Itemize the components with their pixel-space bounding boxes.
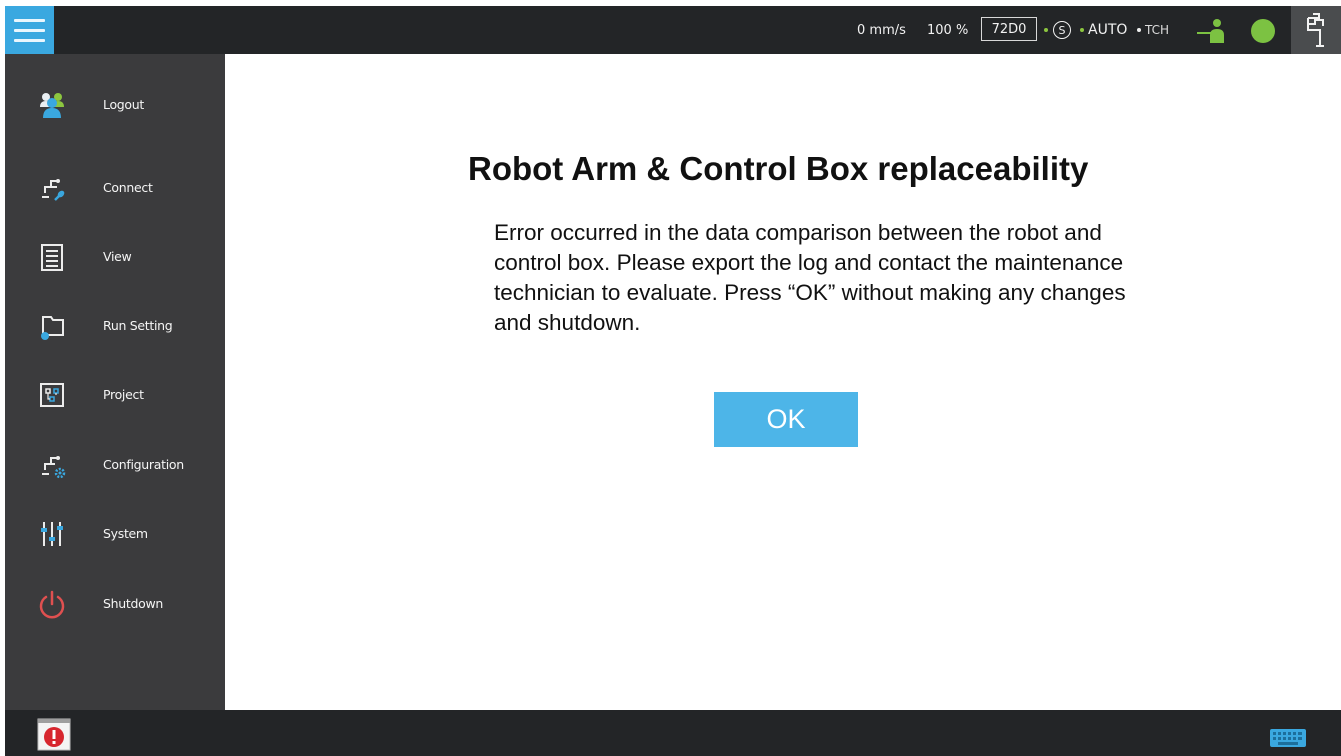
main-content: Robot Arm & Control Box replaceability E… xyxy=(225,54,1341,710)
sidebar-item-label: Project xyxy=(103,386,144,402)
project-icon xyxy=(40,383,64,407)
mode-auto-label: AUTO xyxy=(1088,22,1128,38)
bottom-bar xyxy=(5,710,1341,756)
dialog-title: Robot Arm & Control Box replaceability xyxy=(468,150,1089,187)
tch-label: TCH xyxy=(1145,23,1170,37)
keyboard-icon[interactable] xyxy=(1270,729,1306,747)
sidebar-item-label: System xyxy=(103,525,148,541)
run-setting-icon xyxy=(41,316,64,340)
app-window: 0 mm/s 100 % 72D0 S AUTO TCH Logout Conn… xyxy=(5,6,1341,756)
dialog-message: Error occurred in the data comparison be… xyxy=(494,220,1126,335)
sidebar-item-logout[interactable]: Logout xyxy=(5,79,225,129)
sidebar-item-label: Run Setting xyxy=(103,317,173,333)
robot-operator-icon[interactable] xyxy=(1195,17,1229,45)
sidebar-item-label: Shutdown xyxy=(103,595,164,611)
alert-icon[interactable] xyxy=(37,718,71,751)
sidebar-item-project[interactable]: Project xyxy=(5,369,225,419)
sidebar: Logout Connect View Run Setting Project … xyxy=(5,54,225,710)
speed-readout: 0 mm/s xyxy=(857,22,906,38)
speed-percent-readout: 100 % xyxy=(927,22,969,38)
sidebar-item-configuration[interactable]: Configuration xyxy=(5,439,225,489)
sidebar-item-system[interactable]: System xyxy=(5,508,225,558)
sidebar-item-label: Configuration xyxy=(103,456,184,472)
sidebar-item-run-setting[interactable]: Run Setting xyxy=(5,300,225,350)
power-icon xyxy=(39,590,65,619)
sidebar-item-label: Logout xyxy=(103,96,144,112)
sidebar-item-label: Connect xyxy=(103,179,153,195)
robot-arm-icon xyxy=(1307,13,1324,47)
safety-s-icon: S xyxy=(1053,21,1071,39)
users-icon xyxy=(40,93,64,118)
configuration-icon xyxy=(42,456,66,479)
sidebar-item-view[interactable]: View xyxy=(5,231,225,281)
hamburger-menu-button[interactable] xyxy=(5,6,54,54)
sliders-icon xyxy=(41,522,63,546)
connect-icon xyxy=(42,179,65,201)
robot-arm-button[interactable] xyxy=(1291,6,1341,54)
view-icon xyxy=(41,244,63,271)
connection-status-indicator xyxy=(1251,19,1275,43)
indicator-dot xyxy=(1137,28,1141,32)
sidebar-item-connect[interactable]: Connect xyxy=(5,162,225,212)
indicator-dot xyxy=(1080,28,1084,32)
top-status-bar: 0 mm/s 100 % 72D0 S AUTO TCH xyxy=(5,6,1341,54)
controller-code-badge: 72D0 xyxy=(981,17,1037,41)
sidebar-item-shutdown[interactable]: Shutdown xyxy=(5,578,225,628)
indicator-dot xyxy=(1044,28,1048,32)
ok-button[interactable]: OK xyxy=(714,392,858,447)
sidebar-item-label: View xyxy=(103,248,132,264)
